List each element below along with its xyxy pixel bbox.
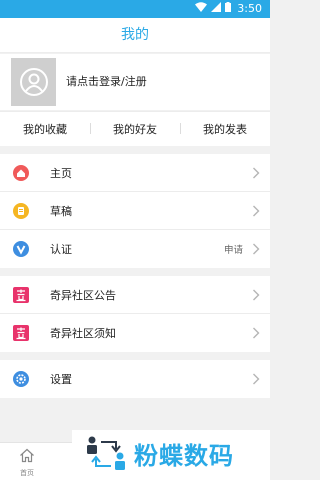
chevron-right-icon [253, 373, 260, 385]
menu-item-announcement[interactable]: 奇异社区公告 [0, 276, 270, 314]
tab-friends[interactable]: 我的好友 [90, 121, 180, 137]
chevron-right-icon [253, 289, 260, 301]
chevron-right-icon [253, 243, 260, 255]
chevron-right-icon [253, 327, 260, 339]
menu-item-drafts[interactable]: 草稿 [0, 192, 270, 230]
menu-group-main: 主页 草稿 认证 申请 [0, 154, 270, 268]
menu-item-label: 主页 [50, 167, 72, 180]
transfer-logo-icon [87, 436, 125, 470]
menu-item-guidelines[interactable]: 奇异社区须知 [0, 314, 270, 352]
status-time: 3:50 [237, 2, 262, 15]
menu-item-verify[interactable]: 认证 申请 [0, 230, 270, 268]
menu-item-label: 奇异社区公告 [50, 289, 116, 302]
menu-item-settings[interactable]: 设置 [0, 360, 270, 398]
settings-icon [13, 371, 29, 387]
qi-logo-icon [13, 325, 29, 341]
user-icon [19, 68, 48, 96]
tab-favorites[interactable]: 我的收藏 [0, 121, 90, 137]
profile-tabs: 我的收藏 我的好友 我的发表 [0, 111, 270, 146]
wifi-icon [195, 2, 208, 15]
battery-icon [225, 2, 232, 15]
apply-link[interactable]: 申请 [224, 242, 243, 256]
profile-login-area[interactable]: 请点击登录/注册 [0, 54, 270, 110]
login-register-link[interactable]: 请点击登录/注册 [66, 73, 147, 89]
draft-icon [13, 203, 29, 219]
avatar[interactable] [11, 58, 56, 106]
home-icon [20, 448, 34, 463]
menu-group-community: 奇异社区公告 奇异社区须知 [0, 276, 270, 352]
menu-group-settings: 设置 [0, 360, 270, 398]
verify-icon [13, 241, 29, 257]
menu-item-label: 认证 [50, 243, 72, 256]
menu-item-label: 奇异社区须知 [50, 327, 116, 340]
status-bar: 3:50 [0, 0, 270, 18]
nav-tab-home[interactable]: 首页 [12, 448, 42, 478]
chevron-right-icon [253, 167, 260, 179]
page-title: 我的 [0, 18, 270, 53]
watermark-text: 粉蝶数码 [134, 442, 234, 470]
home-icon [13, 165, 29, 181]
menu-item-label: 草稿 [50, 205, 72, 218]
nav-tab-label: 首页 [20, 469, 34, 477]
signal-icon [211, 2, 222, 15]
qi-logo-icon [13, 287, 29, 303]
menu-item-home[interactable]: 主页 [0, 154, 270, 192]
tab-posts[interactable]: 我的发表 [180, 121, 270, 137]
watermark: 粉蝶数码 [72, 430, 270, 480]
chevron-right-icon [253, 205, 260, 217]
menu-item-label: 设置 [50, 373, 72, 386]
